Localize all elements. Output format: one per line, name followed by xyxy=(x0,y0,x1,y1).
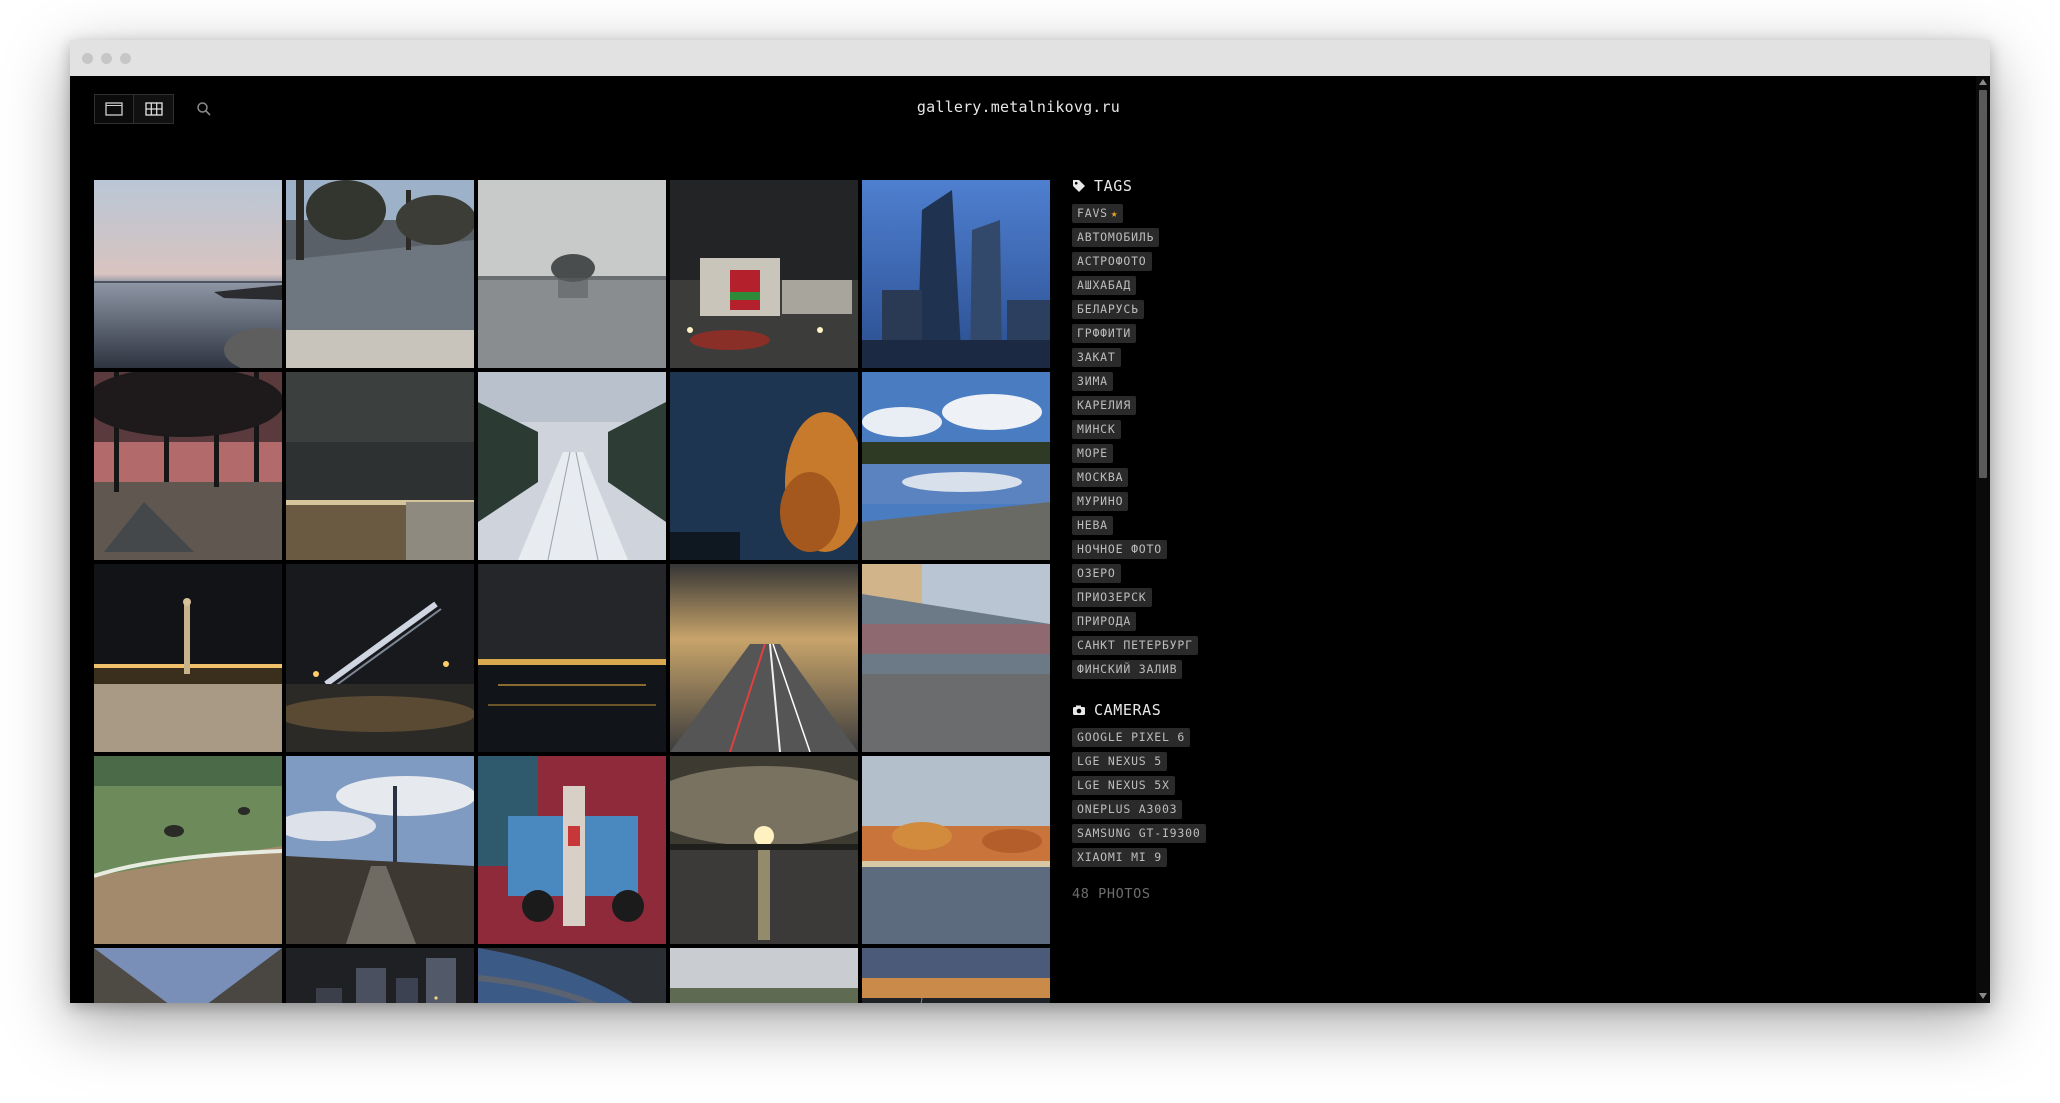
grid-view-button[interactable] xyxy=(134,94,174,124)
scrollbar[interactable] xyxy=(1976,76,1990,1003)
photo-thumbnail[interactable] xyxy=(478,756,666,944)
photo-thumbnail[interactable] xyxy=(478,372,666,560)
tag-item[interactable]: САНКТ ПЕТЕРБУРГ xyxy=(1072,636,1198,655)
tag-item[interactable]: АСТРОФОТО xyxy=(1072,252,1152,271)
tag-item[interactable]: МОСКВА xyxy=(1072,468,1129,487)
single-view-button[interactable] xyxy=(94,94,134,124)
close-dot[interactable] xyxy=(82,53,93,64)
scroll-thumb[interactable] xyxy=(1979,90,1987,478)
tag-item[interactable]: НЕВА xyxy=(1072,516,1113,535)
camera-item[interactable]: LGE NEXUS 5 xyxy=(1072,752,1167,771)
single-view-icon xyxy=(105,102,123,116)
tag-item[interactable]: ПРИРОДА xyxy=(1072,612,1137,631)
scroll-up-icon[interactable] xyxy=(1979,79,1987,85)
tags-heading: TAGS xyxy=(1072,176,1312,196)
cameras-heading-label: CAMERAS xyxy=(1094,701,1162,719)
camera-icon xyxy=(1073,705,1085,715)
camera-item[interactable]: SAMSUNG GT-I9300 xyxy=(1072,824,1206,843)
camera-item[interactable]: ONEPLUS A3003 xyxy=(1072,800,1183,819)
photo-thumbnail[interactable] xyxy=(94,756,282,944)
search-icon[interactable] xyxy=(196,101,212,121)
photo-thumbnail[interactable] xyxy=(862,372,1050,560)
scroll-down-icon[interactable] xyxy=(1979,993,1987,999)
window-titlebar xyxy=(70,40,1990,76)
gallery-page: gallery.metalnikovg.ru TAGS FAVS ★ АВТОМ… xyxy=(70,76,1990,1003)
cameras-heading: CAMERAS xyxy=(1072,700,1312,720)
tag-list: FAVS ★ АВТОМОБИЛЬ АСТРОФОТО АШХАБАД БЕЛАР… xyxy=(1072,202,1312,682)
tag-item[interactable]: ФИНСКИЙ ЗАЛИВ xyxy=(1072,660,1183,679)
tag-item[interactable]: ЗАКАТ xyxy=(1072,348,1121,367)
camera-list: GOOGLE PIXEL 6 LGE NEXUS 5 LGE NEXUS 5X … xyxy=(1072,726,1312,870)
tag-item[interactable]: ОЗЕРО xyxy=(1072,564,1121,583)
tag-item[interactable]: ГРФФИТИ xyxy=(1072,324,1137,343)
photo-thumbnail[interactable] xyxy=(670,180,858,368)
tag-item[interactable]: МИНСК xyxy=(1072,420,1121,439)
photo-thumbnail[interactable] xyxy=(862,756,1050,944)
camera-item[interactable]: LGE NEXUS 5X xyxy=(1072,776,1175,795)
tag-item[interactable]: МОРЕ xyxy=(1072,444,1113,463)
sidebar: TAGS FAVS ★ АВТОМОБИЛЬ АСТРОФОТО АШХАБАД … xyxy=(1072,176,1312,902)
photo-thumbnail[interactable] xyxy=(286,564,474,752)
photo-thumbnail[interactable] xyxy=(94,564,282,752)
tag-item[interactable]: АВТОМОБИЛЬ xyxy=(1072,228,1160,247)
photo-count: 48 PHOTOS xyxy=(1072,886,1151,902)
tag-item[interactable]: НОЧНОЕ ФОТО xyxy=(1072,540,1167,559)
browser-window: gallery.metalnikovg.ru TAGS FAVS ★ АВТОМ… xyxy=(70,40,1990,1003)
tag-favs[interactable]: FAVS ★ xyxy=(1072,204,1124,223)
minimize-dot[interactable] xyxy=(101,53,112,64)
photo-thumbnail[interactable] xyxy=(286,180,474,368)
tag-item[interactable]: БЕЛАРУСЬ xyxy=(1072,300,1144,319)
photo-thumbnail[interactable] xyxy=(670,372,858,560)
tag-item[interactable]: ЗИМА xyxy=(1072,372,1113,391)
photo-thumbnail[interactable] xyxy=(862,564,1050,752)
tag-item[interactable]: ПРИОЗЕРСК xyxy=(1072,588,1152,607)
tag-icon xyxy=(1073,180,1085,192)
maximize-dot[interactable] xyxy=(120,53,131,64)
photo-thumbnail[interactable] xyxy=(670,564,858,752)
photo-thumbnail[interactable] xyxy=(94,948,282,1003)
tag-item[interactable]: АШХАБАД xyxy=(1072,276,1137,295)
photo-thumbnail[interactable] xyxy=(862,180,1050,368)
photo-thumbnail[interactable] xyxy=(478,948,666,1003)
photo-thumbnail[interactable] xyxy=(670,756,858,944)
photo-thumbnail[interactable] xyxy=(286,756,474,944)
view-toggle xyxy=(94,94,174,124)
photo-thumbnail[interactable] xyxy=(478,180,666,368)
camera-item[interactable]: GOOGLE PIXEL 6 xyxy=(1072,728,1191,747)
camera-item[interactable]: XIAOMI MI 9 xyxy=(1072,848,1167,867)
site-title[interactable]: gallery.metalnikovg.ru xyxy=(862,98,1120,116)
photo-thumbnail[interactable] xyxy=(94,180,282,368)
grid-view-icon xyxy=(144,102,163,116)
tag-item[interactable]: КАРЕЛИЯ xyxy=(1072,396,1137,415)
photo-thumbnail[interactable] xyxy=(670,948,858,1003)
photo-thumbnail[interactable] xyxy=(286,372,474,560)
photo-thumbnail[interactable] xyxy=(478,564,666,752)
photo-thumbnail[interactable] xyxy=(862,948,1050,1003)
tag-label: FAVS xyxy=(1077,206,1108,220)
tag-item[interactable]: МУРИНО xyxy=(1072,492,1129,511)
star-icon: ★ xyxy=(1110,207,1119,220)
photo-thumbnail[interactable] xyxy=(94,372,282,560)
photo-thumbnail[interactable] xyxy=(286,948,474,1003)
tags-heading-label: TAGS xyxy=(1094,177,1133,195)
